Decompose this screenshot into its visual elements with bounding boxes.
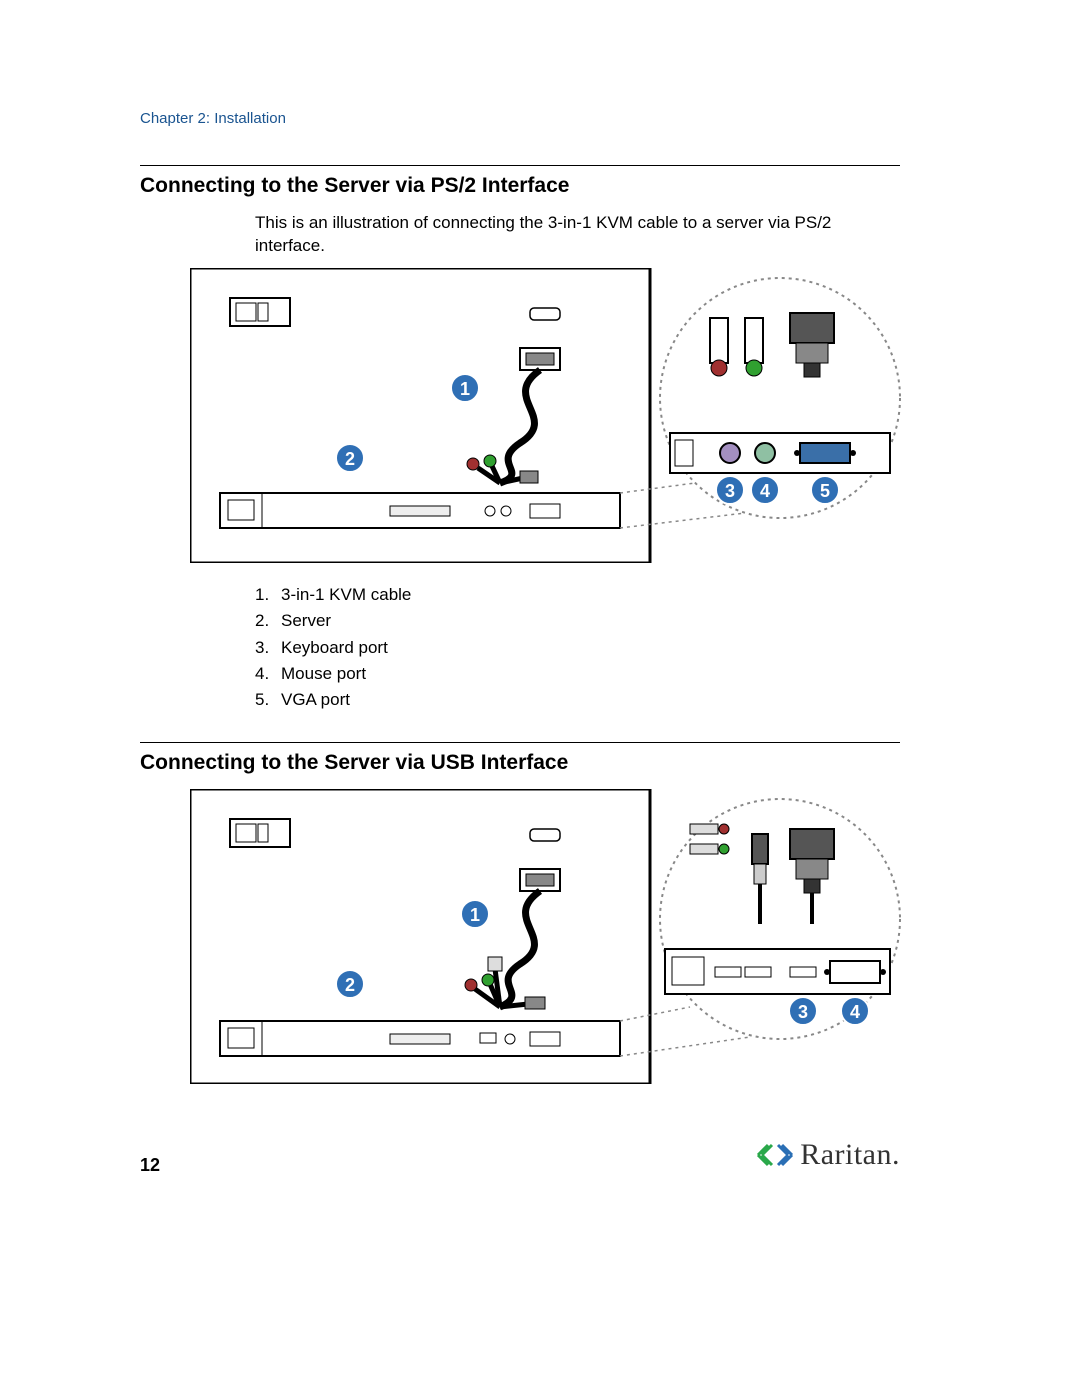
page-number: 12: [140, 1155, 160, 1176]
brand-logo: Raritan.: [756, 1138, 900, 1172]
callout-1: 1: [451, 374, 479, 402]
svg-text:4: 4: [760, 481, 770, 501]
section1-heading: Connecting to the Server via PS/2 Interf…: [140, 174, 940, 198]
svg-text:3: 3: [798, 1002, 808, 1022]
svg-text:3: 3: [725, 481, 735, 501]
svg-text:1: 1: [470, 905, 480, 925]
svg-text:4: 4: [850, 1002, 860, 1022]
brand-name: Raritan.: [800, 1138, 900, 1172]
svg-text:2: 2: [345, 975, 355, 995]
callout-3b: 3: [789, 997, 817, 1025]
chapter-label: Chapter 2: Installation: [140, 110, 940, 127]
ps2-legend-list: 1.3-in-1 KVM cable 2.Server 3.Keyboard p…: [255, 582, 940, 714]
svg-text:1: 1: [460, 379, 470, 399]
callout-2b: 2: [336, 970, 364, 998]
usb-diagram: 1 2 3 4: [190, 789, 940, 1089]
callout-2: 2: [336, 444, 364, 472]
ps2-diagram: 1 2 3 4 5: [190, 268, 940, 568]
section2-heading: Connecting to the Server via USB Interfa…: [140, 751, 940, 775]
callout-4: 4: [751, 476, 779, 504]
svg-text:2: 2: [345, 449, 355, 469]
callout-5: 5: [811, 476, 839, 504]
callout-1b: 1: [461, 900, 489, 928]
callout-3: 3: [716, 476, 744, 504]
section-rule: [140, 165, 900, 166]
brand-icon: [756, 1140, 794, 1170]
callout-4b: 4: [841, 997, 869, 1025]
section1-intro: This is an illustration of connecting th…: [255, 212, 865, 258]
svg-text:5: 5: [820, 481, 830, 501]
section-rule-2: [140, 742, 900, 743]
